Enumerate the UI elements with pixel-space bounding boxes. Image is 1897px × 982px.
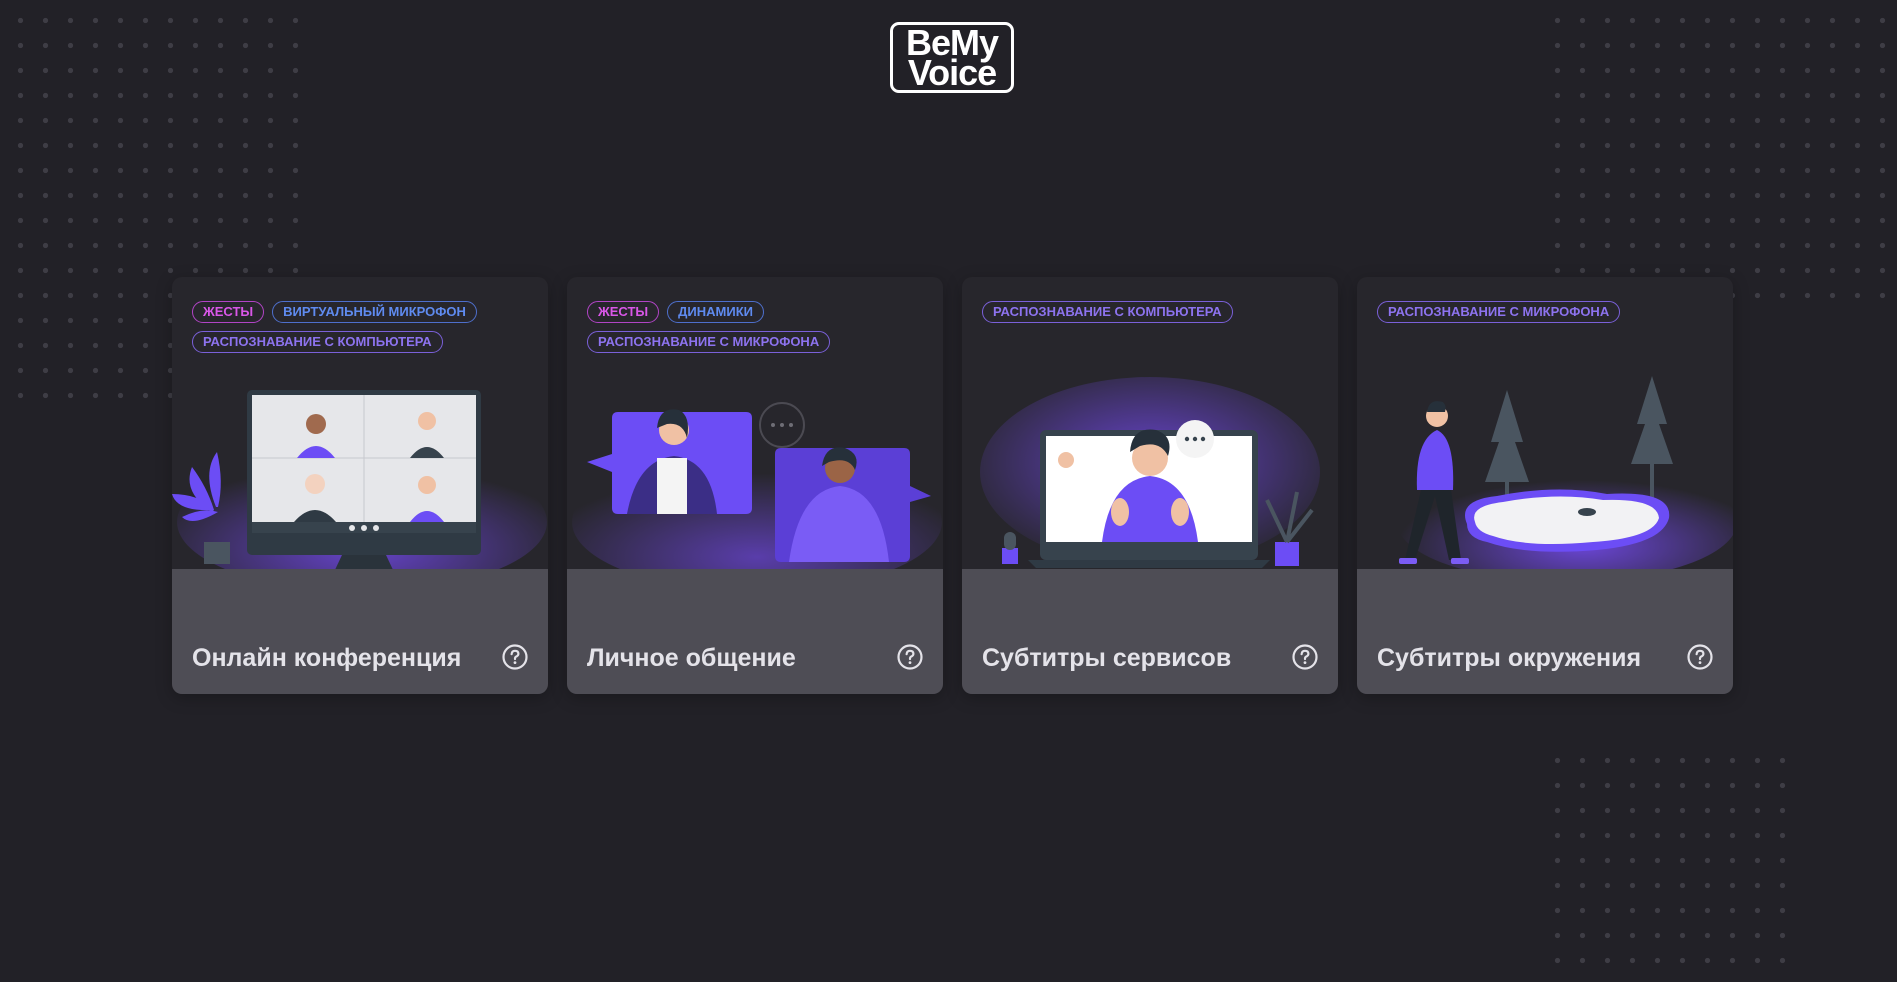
tag-computer-recognition: РАСПОЗНАВАНИЕ С КОМПЬЮТЕРА — [982, 301, 1233, 323]
card-online-conference[interactable]: ЖЕСТЫ ВИРТУАЛЬНЫЙ МИКРОФОН РАСПОЗНАВАНИЕ… — [172, 277, 548, 694]
dot-pattern-bottom-right — [1545, 748, 1795, 982]
card-title: Субтитры окружения — [1377, 644, 1642, 672]
card-title: Личное общение — [587, 644, 796, 672]
question-circle-icon[interactable] — [1292, 644, 1318, 670]
tag-computer-recognition: РАСПОЗНАВАНИЕ С КОМПЬЮТЕРА — [192, 331, 443, 353]
tag-list: РАСПОЗНАВАНИЕ С МИКРОФОНА — [1377, 301, 1713, 323]
illustration-conversation — [567, 372, 943, 577]
bemyvoice-logo[interactable]: BeMy Voice — [890, 22, 1014, 93]
card-title: Субтитры сервисов — [982, 644, 1232, 672]
tag-list: ЖЕСТЫ ВИРТУАЛЬНЫЙ МИКРОФОН РАСПОЗНАВАНИЕ… — [192, 301, 528, 353]
dot-pattern-top-right — [1545, 8, 1897, 308]
tag-gestures: ЖЕСТЫ — [587, 301, 660, 323]
tag-list: РАСПОЗНАВАНИЕ С КОМПЬЮТЕРА — [982, 301, 1318, 323]
logo-line-2: Voice — [907, 51, 997, 93]
tag-list: ЖЕСТЫ ДИНАМИКИ РАСПОЗНАВАНИЕ С МИКРОФОНА — [587, 301, 923, 353]
page: BeMy Voice ЖЕСТЫ ВИРТУАЛЬНЫЙ МИКРОФОН РА… — [0, 0, 1897, 982]
illustration-walk-outdoors — [1357, 372, 1733, 577]
tag-microphone-recognition: РАСПОЗНАВАНИЕ С МИКРОФОНА — [587, 331, 831, 353]
tag-speakers: ДИНАМИКИ — [667, 301, 764, 323]
illustration-video-subtitles — [962, 372, 1338, 577]
question-circle-icon[interactable] — [897, 644, 923, 670]
tag-gestures: ЖЕСТЫ — [192, 301, 265, 323]
illustration-video-conference — [172, 372, 548, 577]
question-circle-icon[interactable] — [1687, 644, 1713, 670]
card-personal-communication[interactable]: ЖЕСТЫ ДИНАМИКИ РАСПОЗНАВАНИЕ С МИКРОФОНА — [567, 277, 943, 694]
tag-virtual-microphone: ВИРТУАЛЬНЫЙ МИКРОФОН — [272, 301, 477, 323]
card-footer: Субтитры сервисов — [962, 569, 1338, 694]
card-footer: Личное общение — [567, 569, 943, 694]
card-title: Онлайн конференция — [192, 644, 462, 672]
card-environment-subtitles[interactable]: РАСПОЗНАВАНИЕ С МИКРОФОНА Субтитры окруж… — [1357, 277, 1733, 694]
tag-microphone-recognition: РАСПОЗНАВАНИЕ С МИКРОФОНА — [1377, 301, 1621, 323]
card-footer: Субтитры окружения — [1357, 569, 1733, 694]
card-footer: Онлайн конференция — [172, 569, 548, 694]
card-service-subtitles[interactable]: РАСПОЗНАВАНИЕ С КОМПЬЮТЕРА Субтитры серв… — [962, 277, 1338, 694]
question-circle-icon[interactable] — [502, 644, 528, 670]
